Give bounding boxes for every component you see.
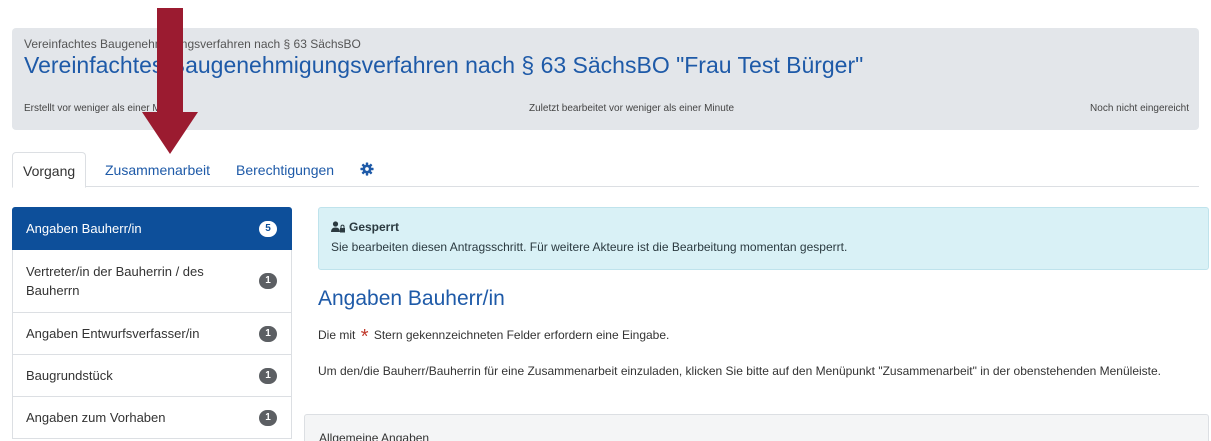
count-badge: 1 <box>259 367 277 384</box>
lock-user-icon <box>331 221 345 233</box>
alert-title: Gesperrt <box>349 220 400 234</box>
tab-bar: Vorgang Zusammenarbeit Berechtigungen <box>12 152 1199 188</box>
sidebar-item-vorhaben[interactable]: Angaben zum Vorhaben 1 <box>12 397 292 439</box>
sidebar-item-label: Angaben Entwurfsverfasser/in <box>26 326 200 341</box>
count-badge: 1 <box>259 273 277 289</box>
sidebar-item-label: Vertreter/in der Bauherrin / des Bauherr… <box>26 264 204 298</box>
invite-hint: Um den/die Bauherr/Bauherrin für eine Zu… <box>318 364 1162 378</box>
required-prefix: Die mit <box>318 328 356 342</box>
sidebar-item-vertreter[interactable]: Vertreter/in der Bauherrin / des Bauherr… <box>12 250 292 313</box>
sidebar-item-label: Baugrundstück <box>26 368 113 383</box>
sidebar-item-label: Angaben Bauherr/in <box>26 221 142 236</box>
gear-icon[interactable] <box>360 162 374 176</box>
sidebar-nav: Angaben Bauherr/in 5 Vertreter/in der Ba… <box>12 207 292 439</box>
tab-vorgang[interactable]: Vorgang <box>12 152 87 188</box>
general-info-panel: Allgemeine Angaben <box>304 414 1209 441</box>
count-badge: 5 <box>259 220 277 237</box>
sidebar-item-entwurfsverfasser[interactable]: Angaben Entwurfsverfasser/in 1 <box>12 313 292 355</box>
alert-text: Sie bearbeiten diesen Antragsschritt. Fü… <box>331 240 848 254</box>
required-star: * <box>360 326 369 348</box>
required-suffix: Stern gekennzeichneten Felder erfordern … <box>373 328 670 342</box>
submission-status: Noch nicht eingereicht <box>1090 103 1189 114</box>
edited-timestamp: Zuletzt bearbeitet vor weniger als einer… <box>529 103 735 114</box>
arrow-down-icon <box>142 8 198 154</box>
sidebar-item-angaben-bauherr[interactable]: Angaben Bauherr/in 5 <box>12 207 292 250</box>
count-badge: 1 <box>259 409 277 426</box>
sidebar-item-label: Angaben zum Vorhaben <box>26 410 166 425</box>
tab-berechtigungen[interactable]: Berechtigungen <box>236 152 334 187</box>
count-badge: 1 <box>259 325 277 342</box>
sidebar-item-baugrundstueck[interactable]: Baugrundstück 1 <box>12 355 292 397</box>
required-note: Die mit * Stern gekennzeichneten Felder … <box>318 326 669 349</box>
locked-alert: Gesperrt Sie bearbeiten diesen Antragssc… <box>318 207 1209 270</box>
section-heading: Angaben Bauherr/in <box>318 287 505 310</box>
tab-zusammenarbeit[interactable]: Zusammenarbeit <box>105 152 210 187</box>
panel-title: Allgemeine Angaben <box>319 431 430 441</box>
